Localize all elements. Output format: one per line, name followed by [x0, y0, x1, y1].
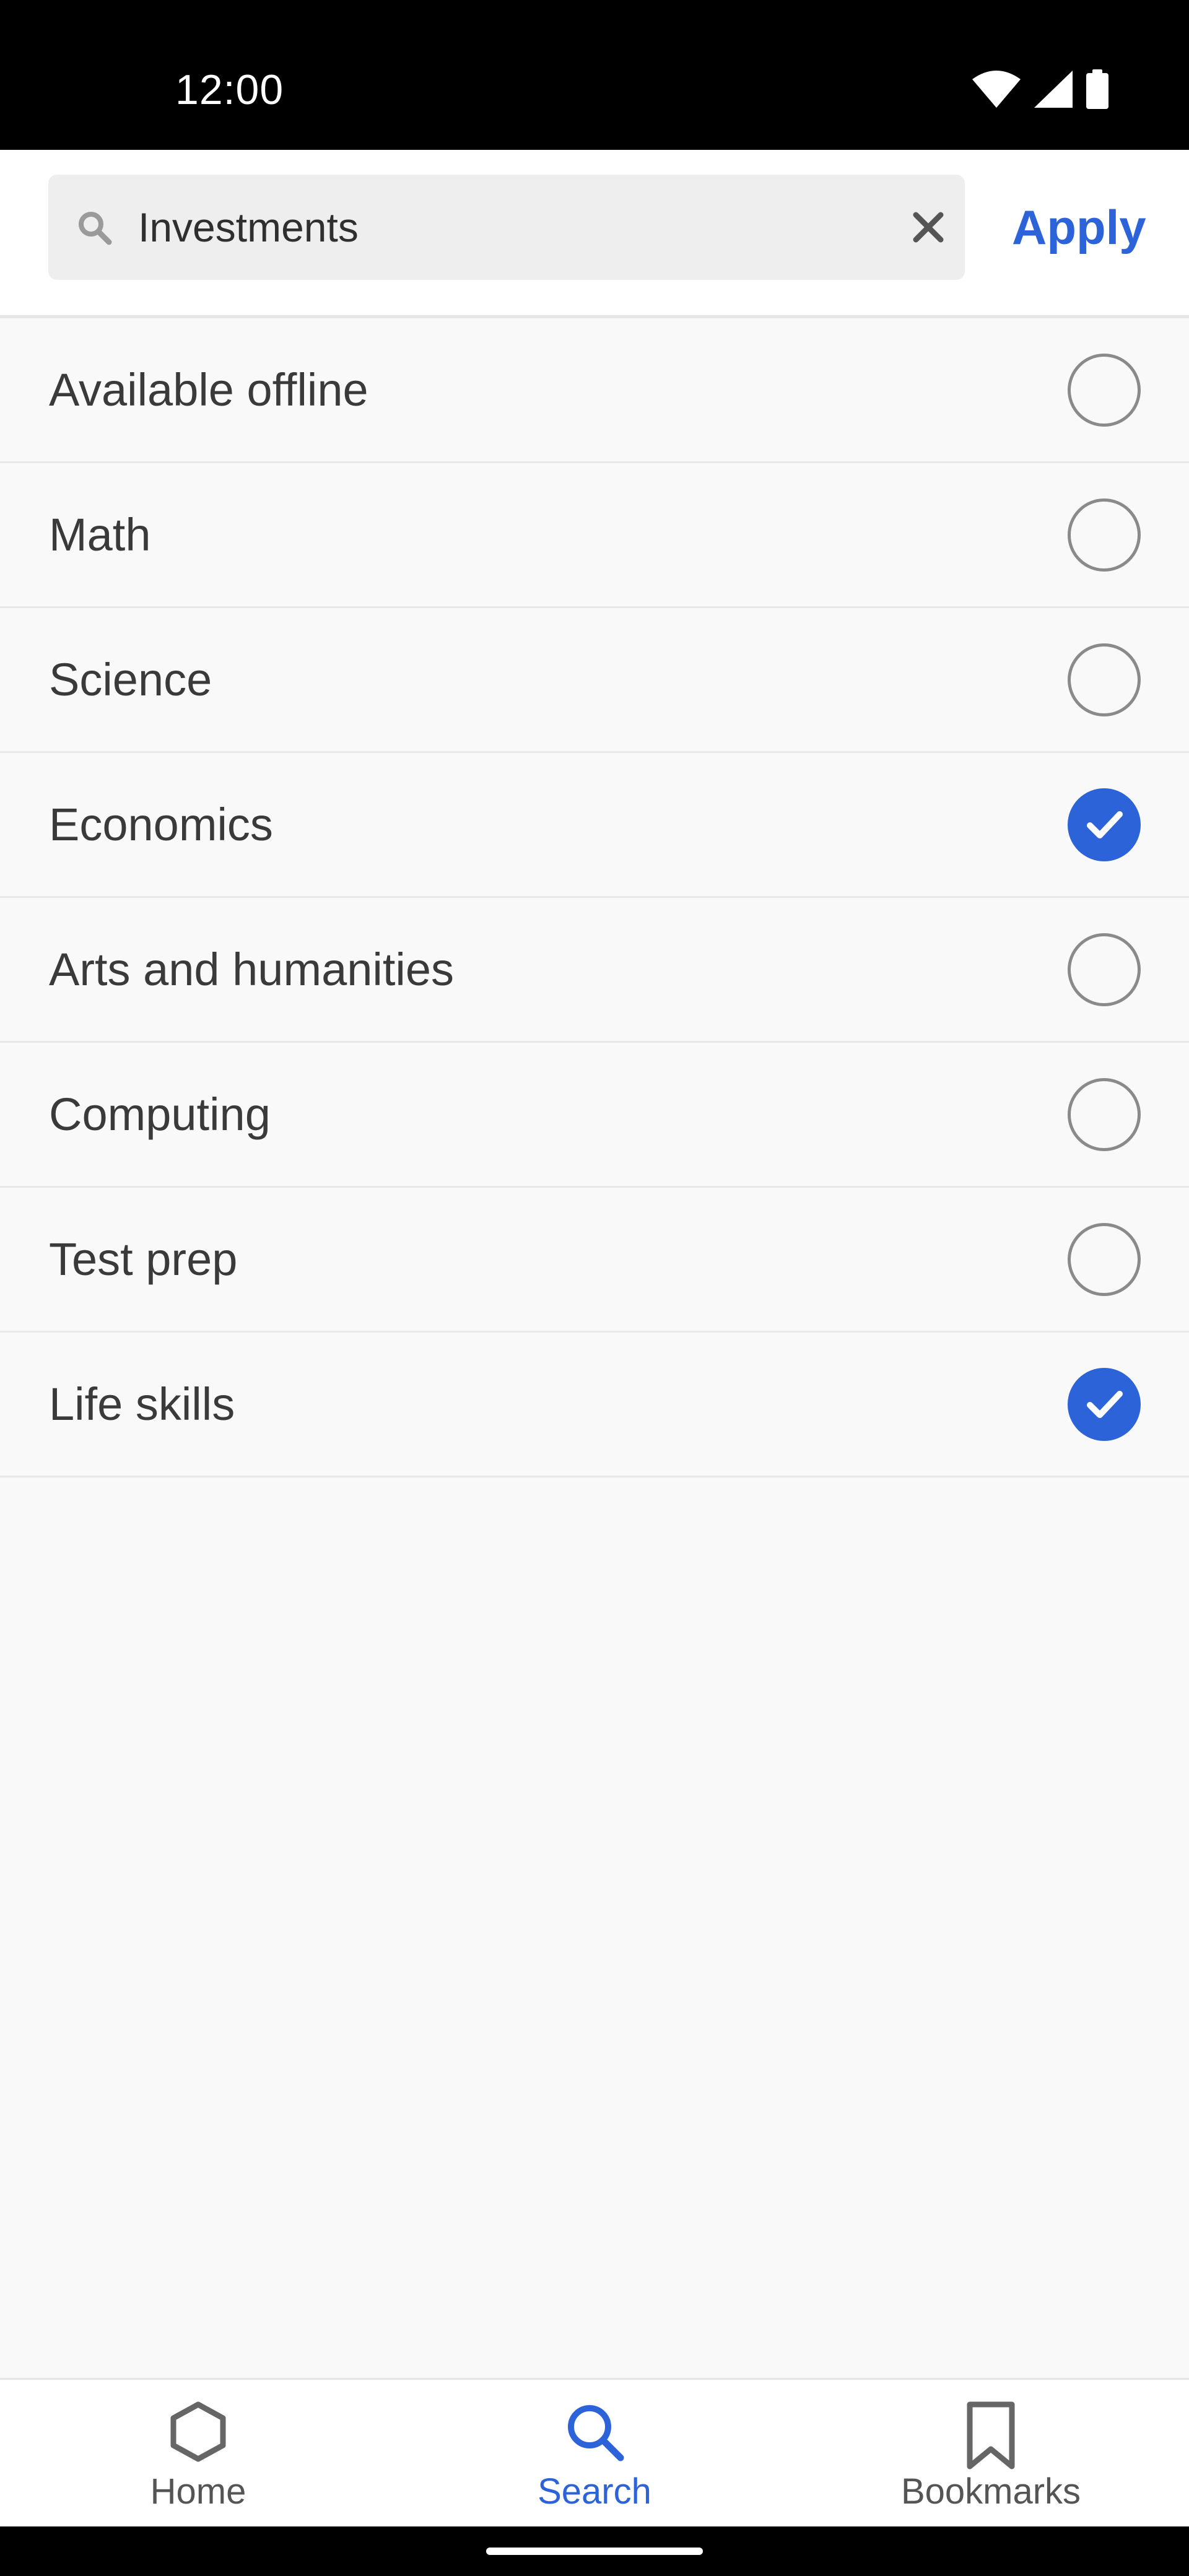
filter-label: Science [49, 654, 212, 705]
filter-label: Computing [49, 1089, 271, 1140]
checkbox-unchecked[interactable] [1068, 1223, 1141, 1296]
search-header: Apply [0, 150, 1189, 318]
filter-item[interactable]: Available offline [0, 318, 1189, 463]
battery-icon [1086, 69, 1108, 109]
status-time: 12:00 [175, 66, 284, 113]
hexagon-icon [170, 2401, 226, 2462]
bookmark-icon [967, 2401, 1015, 2469]
filter-label: Economics [49, 799, 273, 850]
checkmark-icon [1087, 811, 1123, 838]
status-bar: 12:00 [0, 0, 1189, 150]
filter-label: Math [49, 509, 151, 560]
checkbox-checked[interactable] [1068, 1368, 1141, 1441]
filter-item[interactable]: Computing [0, 1043, 1189, 1188]
filter-label: Arts and humanities [49, 944, 455, 995]
filter-item[interactable]: Arts and humanities [0, 898, 1189, 1043]
apply-button[interactable]: Apply [1012, 175, 1146, 280]
signal-icon [1034, 71, 1073, 108]
nav-home-label: Home [150, 2471, 246, 2512]
filter-item[interactable]: Economics [0, 753, 1189, 898]
search-box[interactable] [48, 175, 965, 280]
nav-search[interactable]: Search [396, 2380, 793, 2528]
checkmark-icon [1087, 1391, 1123, 1418]
search-input[interactable] [138, 175, 881, 280]
clear-search-button[interactable] [902, 201, 955, 254]
status-icons [972, 69, 1108, 109]
checkbox-unchecked[interactable] [1068, 643, 1141, 716]
filter-list: Available offline Math Science Economics Art… [0, 318, 1189, 1477]
close-icon [913, 212, 944, 243]
wifi-icon [972, 71, 1021, 108]
filter-item[interactable]: Science [0, 608, 1189, 753]
gesture-handle[interactable] [486, 2548, 703, 2555]
checkbox-unchecked[interactable] [1068, 354, 1141, 427]
filter-label: Available offline [49, 364, 368, 416]
filter-label: Test prep [49, 1234, 238, 1285]
filter-item[interactable]: Life skills [0, 1333, 1189, 1477]
checkbox-unchecked[interactable] [1068, 933, 1141, 1006]
nav-search-label: Search [538, 2471, 651, 2512]
filter-item[interactable]: Test prep [0, 1188, 1189, 1333]
checkbox-checked[interactable] [1068, 788, 1141, 861]
nav-bookmarks[interactable]: Bookmarks [793, 2380, 1189, 2528]
filter-label: Life skills [49, 1378, 235, 1430]
gesture-bar [0, 2526, 1189, 2576]
nav-home[interactable]: Home [0, 2380, 396, 2528]
bottom-nav: Home Search Bookmarks [0, 2378, 1189, 2526]
checkbox-unchecked[interactable] [1068, 498, 1141, 572]
checkbox-unchecked[interactable] [1068, 1078, 1141, 1151]
nav-bookmarks-label: Bookmarks [900, 2471, 1081, 2512]
search-icon [568, 2405, 624, 2461]
filter-item[interactable]: Math [0, 463, 1189, 608]
search-icon [79, 212, 112, 245]
